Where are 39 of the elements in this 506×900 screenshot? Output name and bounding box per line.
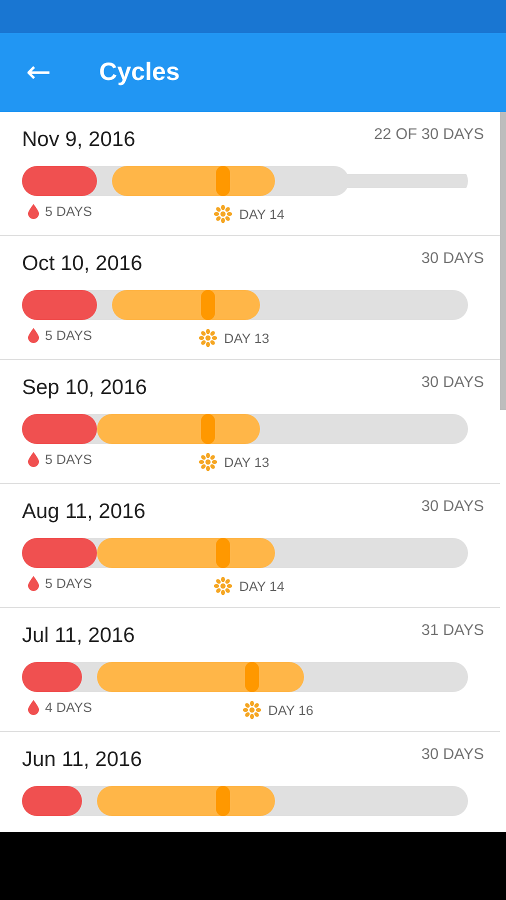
drop-icon [28,452,39,467]
period-days: 5 DAYS [45,328,92,343]
ovulation-day: DAY 14 [239,578,284,594]
cycle-row[interactable]: Oct 10, 2016 30 DAYS 5 DAYS DAY 13 [0,236,500,360]
cycle-date: Aug 11, 2016 [22,500,146,524]
period-days: 4 DAYS [45,700,92,715]
cycle-date: Jul 11, 2016 [22,624,135,648]
cycle-row[interactable]: Aug 11, 2016 30 DAYS 5 DAYS DAY 14 [0,484,500,608]
cycle-length: 30 DAYS [421,746,484,764]
flower-icon [213,204,234,224]
screen-title: Cycles [99,58,180,87]
period-days: 5 DAYS [45,576,92,591]
cycle-date: Jun 11, 2016 [22,748,142,772]
flower-icon [198,328,218,348]
ovulation-day: DAY 13 [224,454,270,470]
cycle-date: Oct 10, 2016 [22,252,142,276]
cycle-length: 30 DAYS [421,498,484,516]
cycle-date: Sep 10, 2016 [22,376,147,400]
ovulation-day: DAY 13 [224,330,270,346]
cycle-date: Nov 9, 2016 [22,128,136,152]
cycle-row[interactable]: Nov 9, 2016 22 OF 30 DAYS 5 DAYS DAY 14 [0,112,500,236]
cycle-length: 22 OF 30 DAYS [374,126,484,144]
cycle-row[interactable]: Sep 10, 2016 30 DAYS 5 DAYS DAY 13 [0,360,500,484]
flower-icon [198,452,218,472]
cycle-length: 31 DAYS [421,622,484,640]
cycle-row[interactable]: Jul 11, 2016 31 DAYS 4 DAYS DAY 16 [0,608,500,732]
period-days: 5 DAYS [45,452,92,467]
period-days: 5 DAYS [45,204,92,219]
cycle-length: 30 DAYS [421,250,484,268]
flower-icon [242,700,262,720]
drop-icon [28,328,39,343]
ovulation-day: DAY 14 [239,206,284,222]
cycle-length: 30 DAYS [421,374,484,392]
drop-icon [28,576,39,591]
drop-icon [28,700,39,715]
flower-icon [213,576,234,596]
drop-icon [28,204,39,219]
ovulation-day: DAY 16 [268,702,314,718]
scrollbar[interactable] [500,112,506,410]
